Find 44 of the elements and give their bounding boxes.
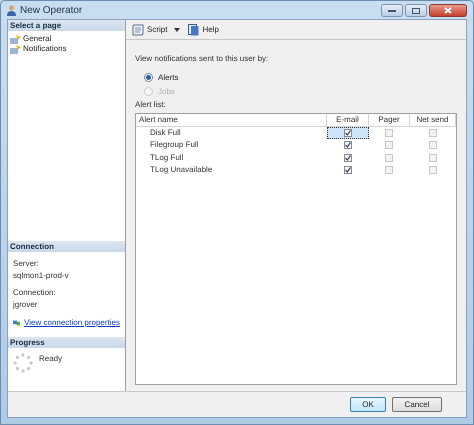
server-name: sqlmon1-prod-v [13, 270, 70, 282]
progress-status: Ready [39, 353, 62, 365]
server-label: Server: [13, 258, 40, 270]
dialog-button[interactable]: OK [350, 397, 386, 412]
notify-label: View notifications sent to this user by: [135, 53, 270, 65]
alert-name-cell: Disk Full [136, 126, 326, 139]
sidebar-item[interactable]: Notifications [23, 43, 67, 55]
close-icon [444, 7, 452, 14]
toolbar-button[interactable]: Script [132, 24, 168, 36]
window-title: New Operator [20, 4, 82, 18]
connection-properties-link[interactable]: View connection properties [24, 317, 120, 329]
user-name: jgrover [13, 299, 38, 311]
alert-name-cell-text: Filegroup Full [149, 139, 200, 152]
connection-label: Connection: [13, 287, 57, 299]
radio-label: Jobs [158, 86, 175, 98]
column-header[interactable]: Net send [410, 114, 456, 126]
properties-icon [13, 318, 20, 328]
checkbox[interactable] [344, 141, 352, 150]
dialog-button[interactable]: Cancel [392, 397, 442, 412]
close-button[interactable] [429, 4, 467, 17]
checkbox[interactable] [344, 154, 352, 162]
minimize-button[interactable] [381, 4, 403, 17]
alert-list-label: Alert list: [135, 99, 167, 111]
radio-label: Alerts [158, 72, 178, 84]
section-header: Connection [8, 241, 125, 252]
radio-button[interactable] [144, 73, 153, 82]
sidebar-item[interactable]: General [23, 33, 52, 45]
section-header: Progress [8, 337, 125, 348]
table-cell[interactable] [326, 126, 368, 139]
column-header[interactable]: Pager [368, 114, 410, 126]
help-icon [188, 24, 200, 36]
alert-name-cell-text: TLog Full [149, 152, 184, 164]
page-icon [10, 44, 21, 54]
alert-name-cell-text: TLog Unavailable [149, 164, 214, 176]
column-header[interactable]: Alert name [136, 114, 326, 126]
checkbox[interactable] [344, 128, 352, 137]
page-icon [10, 34, 21, 44]
user-icon [7, 4, 16, 16]
section-header: Select a page [8, 20, 125, 31]
checkbox[interactable] [344, 166, 352, 174]
maximize-button[interactable] [405, 4, 427, 17]
spinner-icon [13, 353, 33, 373]
toolbar-button[interactable]: Help [188, 24, 219, 36]
dropdown-arrow-icon[interactable] [174, 28, 180, 32]
